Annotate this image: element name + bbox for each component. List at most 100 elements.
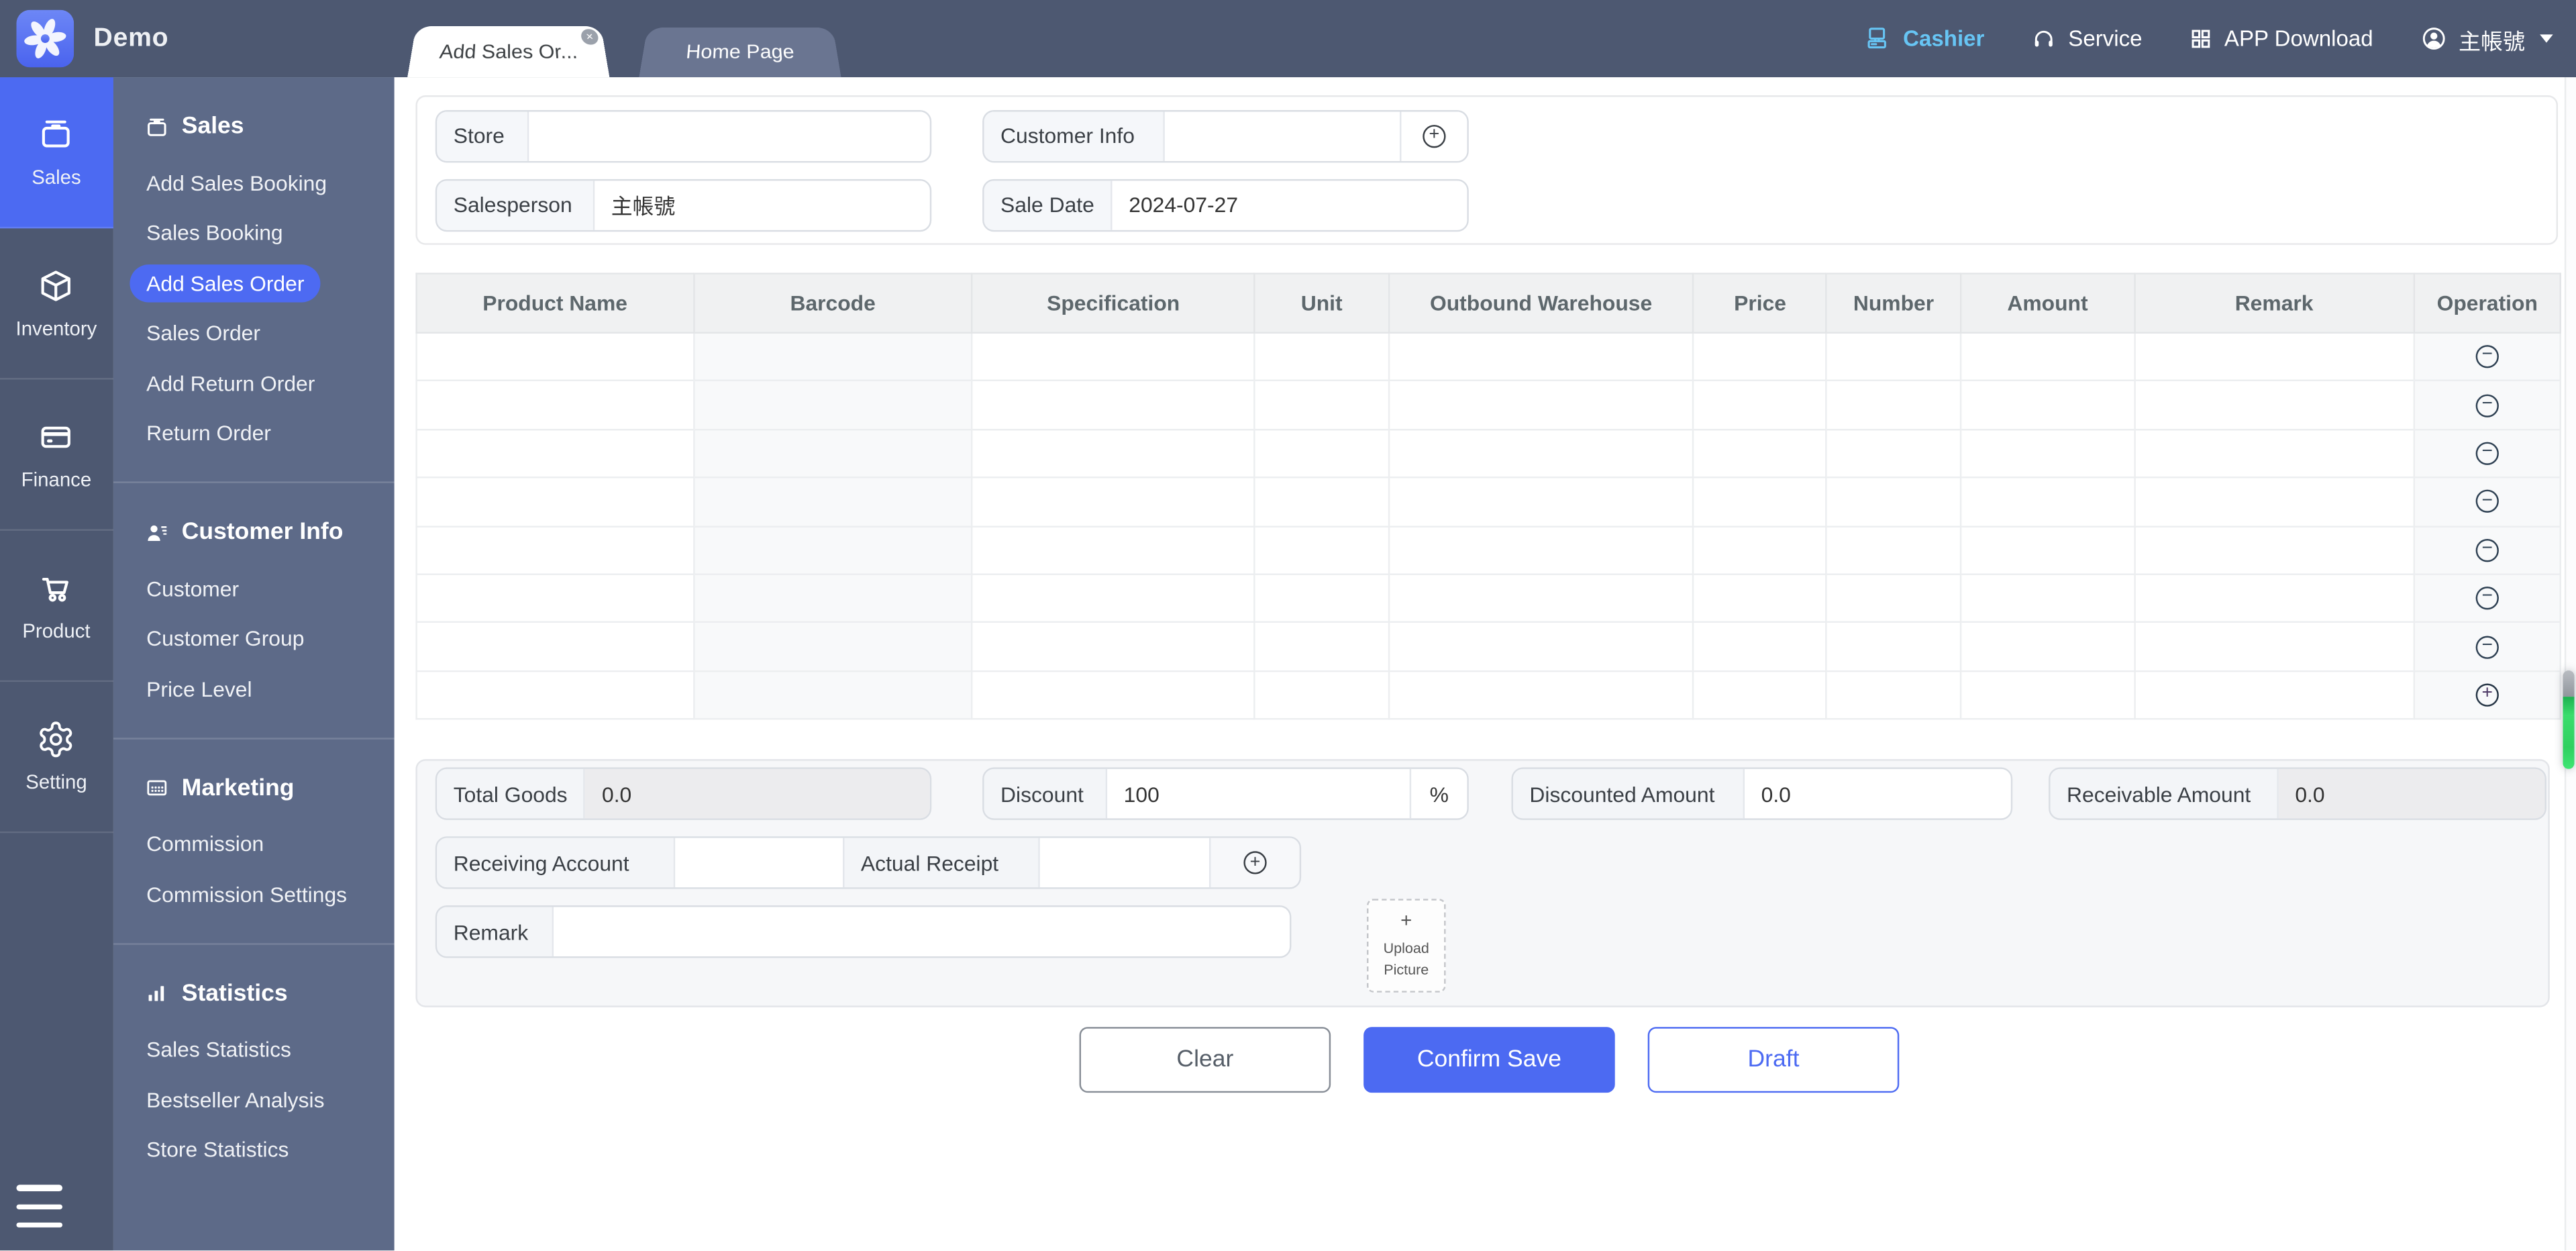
cell-amount[interactable] <box>1961 333 2135 381</box>
cell-amount[interactable] <box>1961 574 2135 623</box>
cell-number[interactable] <box>1826 381 1960 430</box>
cell-outbound-warehouse[interactable] <box>1389 430 1694 478</box>
sidebar-item-sales-statistics[interactable]: Sales Statistics <box>113 1025 395 1075</box>
sidebar-item-inventory[interactable]: Inventory <box>0 228 113 379</box>
sidebar-item-store-statistics[interactable]: Store Statistics <box>113 1125 395 1175</box>
remove-row-button[interactable]: − <box>2476 394 2499 417</box>
cell-price[interactable] <box>1694 574 1827 623</box>
cell-outbound-warehouse[interactable] <box>1389 574 1694 623</box>
cell-amount[interactable] <box>1961 623 2135 671</box>
cell-specification[interactable] <box>972 623 1255 671</box>
cell-product-name[interactable] <box>417 478 694 526</box>
cell-barcode[interactable] <box>694 381 972 430</box>
cell-remark[interactable] <box>2135 478 2414 526</box>
sidebar-item-product[interactable]: Product <box>0 531 113 682</box>
sale-date-input[interactable] <box>1113 180 1467 229</box>
cell-remark[interactable] <box>2135 333 2414 381</box>
cell-price[interactable] <box>1694 478 1827 526</box>
receiving-account-input[interactable] <box>675 838 843 887</box>
add-row-button[interactable]: + <box>2476 683 2499 706</box>
cell-barcode[interactable] <box>694 430 972 478</box>
cell-number[interactable] <box>1826 526 1960 574</box>
cell-barcode[interactable] <box>694 574 972 623</box>
cell-remark[interactable] <box>2135 670 2414 719</box>
remove-row-button[interactable]: − <box>2476 442 2499 465</box>
cell-price[interactable] <box>1694 526 1827 574</box>
sidebar-item-add-sales-order[interactable]: Add Sales Order <box>113 258 395 308</box>
cell-barcode[interactable] <box>694 526 972 574</box>
remark-input[interactable] <box>554 907 1290 956</box>
sidebar-item-customer[interactable]: Customer <box>113 564 395 614</box>
cell-specification[interactable] <box>972 670 1255 719</box>
discount-input[interactable] <box>1107 769 1409 818</box>
cell-unit[interactable] <box>1255 430 1389 478</box>
customer-input[interactable] <box>1165 111 1400 160</box>
upload-picture-button[interactable]: + UploadPicture <box>1367 899 1446 993</box>
sidebar-item-sales-order[interactable]: Sales Order <box>113 308 395 358</box>
cell-product-name[interactable] <box>417 623 694 671</box>
cell-number[interactable] <box>1826 670 1960 719</box>
cell-unit[interactable] <box>1255 623 1389 671</box>
cell-outbound-warehouse[interactable] <box>1389 333 1694 381</box>
discounted-amount-input[interactable] <box>1745 769 2011 818</box>
cell-product-name[interactable] <box>417 333 694 381</box>
cell-unit[interactable] <box>1255 381 1389 430</box>
account-menu-item[interactable]: 主帳號 <box>2419 22 2553 55</box>
cell-remark[interactable] <box>2135 526 2414 574</box>
cell-product-name[interactable] <box>417 381 694 430</box>
close-tab-icon[interactable]: × <box>580 29 600 44</box>
sidebar-item-price-level[interactable]: Price Level <box>113 664 395 714</box>
cell-barcode[interactable] <box>694 623 972 671</box>
cell-outbound-warehouse[interactable] <box>1389 526 1694 574</box>
cell-price[interactable] <box>1694 670 1827 719</box>
cell-remark[interactable] <box>2135 623 2414 671</box>
sidebar-item-setting[interactable]: Setting <box>0 682 113 833</box>
store-input[interactable] <box>529 111 929 160</box>
cell-specification[interactable] <box>972 430 1255 478</box>
sidebar-item-add-sales-booking[interactable]: Add Sales Booking <box>113 158 395 208</box>
cell-barcode[interactable] <box>694 670 972 719</box>
tab-add-sales-order[interactable]: Add Sales Or... × <box>407 26 609 77</box>
collapse-menu-button[interactable] <box>16 1185 62 1228</box>
remove-row-button[interactable]: − <box>2476 587 2499 609</box>
clear-button[interactable]: Clear <box>1080 1027 1331 1093</box>
cell-barcode[interactable] <box>694 333 972 381</box>
remove-row-button[interactable]: − <box>2476 490 2499 513</box>
cell-number[interactable] <box>1826 574 1960 623</box>
cell-product-name[interactable] <box>417 574 694 623</box>
cell-amount[interactable] <box>1961 430 2135 478</box>
cell-specification[interactable] <box>972 526 1255 574</box>
app-download-menu-item[interactable]: APP Download <box>2188 26 2373 51</box>
sidebar-item-bestseller-analysis[interactable]: Bestseller Analysis <box>113 1074 395 1125</box>
cell-number[interactable] <box>1826 478 1960 526</box>
sidebar-item-customer-group[interactable]: Customer Group <box>113 613 395 664</box>
cell-unit[interactable] <box>1255 574 1389 623</box>
sidebar-item-finance[interactable]: Finance <box>0 380 113 531</box>
draft-button[interactable]: Draft <box>1648 1027 1900 1093</box>
cell-specification[interactable] <box>972 478 1255 526</box>
cell-outbound-warehouse[interactable] <box>1389 623 1694 671</box>
cell-amount[interactable] <box>1961 526 2135 574</box>
cell-barcode[interactable] <box>694 478 972 526</box>
sidebar-item-sales[interactable]: Sales <box>0 77 113 228</box>
cell-unit[interactable] <box>1255 526 1389 574</box>
cashier-menu-item[interactable]: Cashier <box>1863 25 1984 53</box>
cell-remark[interactable] <box>2135 381 2414 430</box>
cell-product-name[interactable] <box>417 430 694 478</box>
cell-amount[interactable] <box>1961 381 2135 430</box>
add-customer-button[interactable]: + <box>1400 111 1467 160</box>
cell-product-name[interactable] <box>417 670 694 719</box>
cell-remark[interactable] <box>2135 430 2414 478</box>
cell-specification[interactable] <box>972 574 1255 623</box>
remove-row-button[interactable]: − <box>2476 346 2499 368</box>
sidebar-item-add-return-order[interactable]: Add Return Order <box>113 358 395 409</box>
add-receipt-button[interactable]: + <box>1209 838 1300 887</box>
cell-number[interactable] <box>1826 333 1960 381</box>
tab-home-page[interactable]: Home Page <box>639 28 841 77</box>
cell-unit[interactable] <box>1255 333 1389 381</box>
cell-outbound-warehouse[interactable] <box>1389 381 1694 430</box>
sidebar-item-return-order[interactable]: Return Order <box>113 408 395 458</box>
cell-price[interactable] <box>1694 381 1827 430</box>
cell-outbound-warehouse[interactable] <box>1389 478 1694 526</box>
cell-price[interactable] <box>1694 623 1827 671</box>
